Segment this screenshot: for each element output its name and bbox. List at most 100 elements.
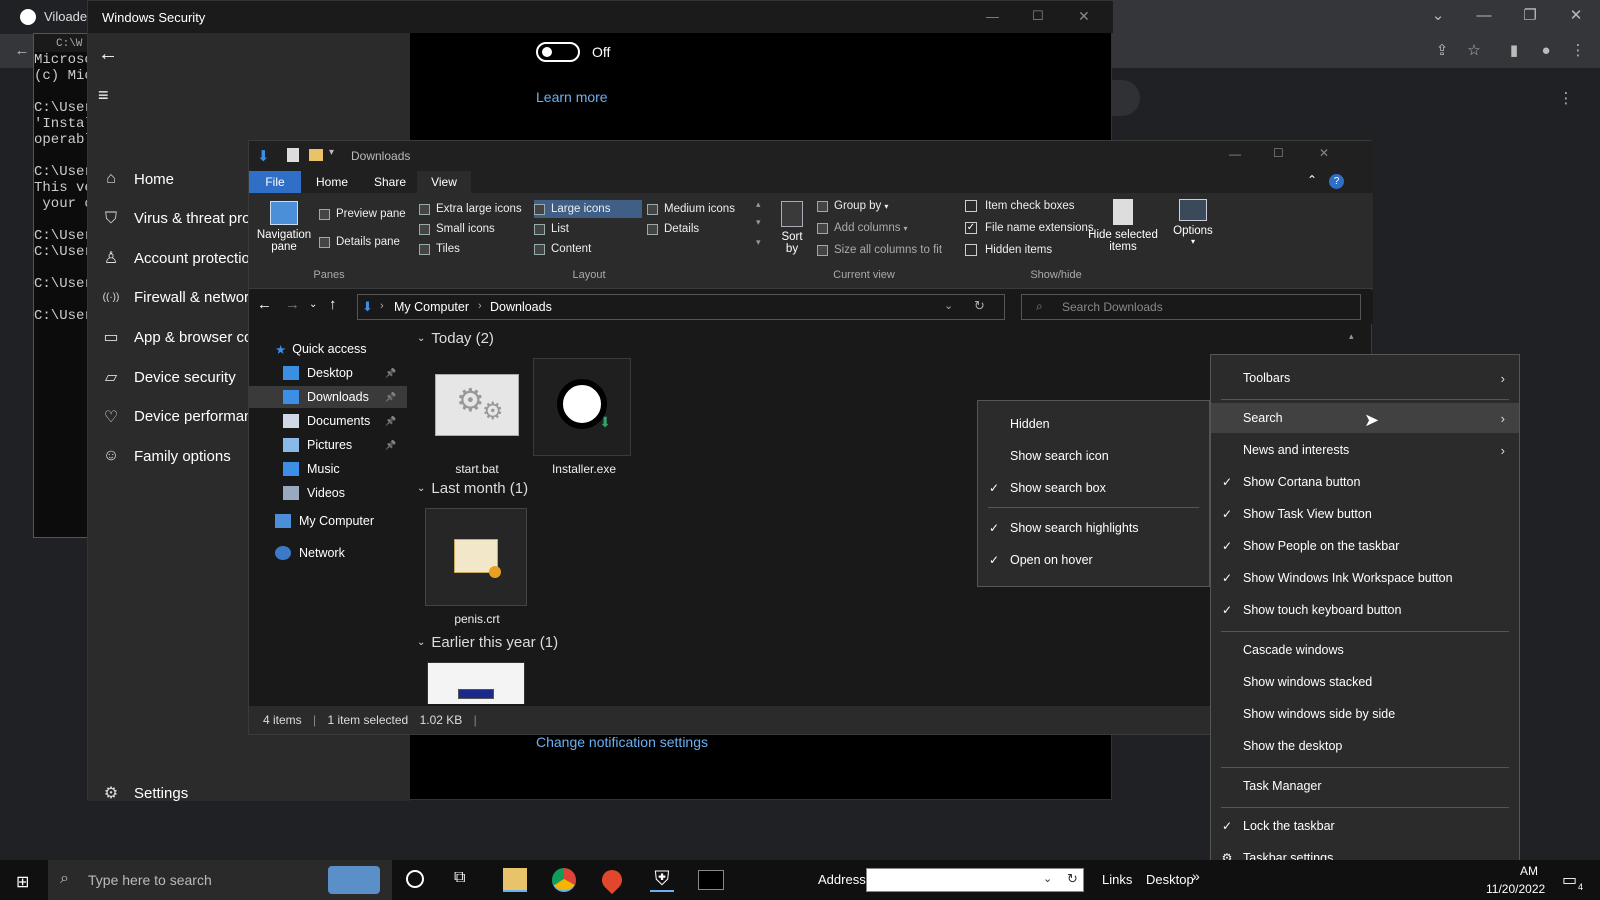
details-pane-button[interactable]: Details pane (319, 236, 400, 248)
links-toolbar[interactable]: Links (1102, 872, 1132, 887)
back-arrow-icon[interactable]: ← (98, 43, 118, 66)
pin-icon[interactable]: 📌 (385, 416, 396, 427)
pin-icon[interactable]: 📌 (385, 392, 396, 403)
recent-locations-icon[interactable]: ⌄ (309, 299, 317, 310)
search-menu-item-show-search-highlights[interactable]: ✓ Show search highlights (978, 513, 1209, 543)
taskbar-menu-item-show-cortana-button[interactable]: ✓ Show Cortana button (1211, 467, 1519, 497)
sort-by-button[interactable]: Sort by (777, 201, 807, 255)
layout-option-list[interactable]: List (534, 220, 575, 238)
star-icon[interactable]: ☆ (1464, 41, 1484, 61)
layout-scroll-up-icon[interactable]: ▴ (756, 199, 761, 210)
layout-more-icon[interactable]: ▾ (756, 237, 761, 248)
nav-downloads[interactable]: Downloads 📌 (249, 386, 407, 408)
tab-home[interactable]: Home (301, 171, 363, 193)
taskbar-menu-item-show-the-desktop[interactable]: Show the desktop (1211, 731, 1519, 761)
options-button[interactable]: Options ▾ (1169, 199, 1217, 246)
maximize-icon[interactable]: ☐ (1273, 146, 1284, 160)
layout-option-extra-large-icons[interactable]: Extra large icons (419, 200, 528, 218)
size-all-columns-button[interactable]: Size all columns to fit (817, 244, 942, 256)
address-toolbar-input[interactable]: ⌄ ↻ (866, 868, 1084, 892)
minimize-icon[interactable]: — (1474, 6, 1494, 26)
tab-file[interactable]: File (249, 171, 301, 193)
layout-option-medium-icons[interactable]: Medium icons (647, 200, 741, 218)
nav-videos[interactable]: Videos (249, 482, 407, 504)
ws-toggle-switch[interactable] (536, 42, 580, 62)
ws-nav-settings[interactable]: ⚙ Settings (88, 775, 410, 811)
collapse-ribbon-icon[interactable]: ⌃ (1307, 173, 1317, 187)
change-notification-settings-link[interactable]: Change notification settings (536, 734, 708, 750)
pin-icon[interactable]: 📌 (385, 368, 396, 379)
layout-option-large-icons[interactable]: Large icons (534, 200, 642, 218)
notification-center-icon[interactable]: ▭ (1562, 870, 1577, 890)
item-check-boxes-toggle[interactable]: Item check boxes (965, 200, 1074, 212)
search-downloads-input[interactable]: ⌕ Search Downloads (1021, 294, 1361, 320)
nav-network[interactable]: Network (249, 542, 407, 564)
breadcrumb-my-computer[interactable]: My Computer (394, 300, 469, 314)
file-installer-exe[interactable]: ⬇ Installer.exe (533, 358, 635, 476)
new-folder-icon[interactable] (309, 149, 323, 161)
file-earlier-item[interactable] (427, 662, 527, 704)
file-start-bat[interactable]: ⚙ ⚙ start.bat (427, 358, 527, 476)
hide-selected-items-button[interactable]: Hide selected items (1087, 199, 1159, 253)
quick-access-toolbar-dropdown-icon[interactable]: ▾ (329, 147, 334, 158)
minimize-icon[interactable]: — (1229, 147, 1241, 161)
properties-icon[interactable] (287, 148, 299, 162)
taskbar-menu-item-task-manager[interactable]: Task Manager (1211, 771, 1519, 801)
terminal-taskbar-icon[interactable] (698, 870, 724, 890)
taskbar-search-box[interactable]: ⌕ Type here to search (48, 860, 392, 900)
nav-music[interactable]: Music (249, 458, 407, 480)
close-icon[interactable]: ✕ (1319, 146, 1329, 160)
help-icon[interactable]: ? (1329, 174, 1344, 189)
taskbar-menu-item-lock-the-taskbar[interactable]: ✓ Lock the taskbar (1211, 811, 1519, 841)
clock-date[interactable]: 11/20/2022 (1486, 882, 1545, 896)
group-header-earlier-this-year[interactable]: ⌄ Earlier this year (1) (417, 634, 1347, 651)
hamburger-menu-icon[interactable]: ≡ (98, 85, 109, 106)
address-dropdown-icon[interactable]: ⌄ (944, 299, 953, 312)
taskbar-menu-item-show-windows-side-by-side[interactable]: Show windows side by side (1211, 699, 1519, 729)
close-icon[interactable]: ✕ (1566, 6, 1586, 26)
group-header-today[interactable]: ⌄ Today (2) (417, 330, 1347, 347)
maps-app-taskbar-icon[interactable] (597, 865, 627, 895)
tab-share[interactable]: Share (363, 171, 417, 193)
hidden-items-toggle[interactable]: Hidden items (965, 244, 1052, 256)
maximize-icon[interactable]: ☐ (1032, 8, 1044, 24)
group-by-button[interactable]: Group by ▾ (817, 200, 888, 212)
add-columns-button[interactable]: Add columns ▾ (817, 222, 908, 234)
search-menu-item-open-on-hover[interactable]: ✓ Open on hover (978, 545, 1209, 575)
back-icon[interactable]: ← (12, 41, 32, 61)
breadcrumb-downloads[interactable]: Downloads (490, 300, 552, 314)
side-panel-icon[interactable]: ▮ (1504, 41, 1524, 61)
layout-option-small-icons[interactable]: Small icons (419, 220, 501, 238)
profile-icon[interactable]: ● (1536, 41, 1556, 61)
menu-kebab-icon[interactable]: ⋮ (1568, 41, 1588, 61)
toolbar-overflow-chevron[interactable]: » (1192, 868, 1200, 884)
desktop-toolbar[interactable]: Desktop (1146, 872, 1194, 887)
search-menu-item-hidden[interactable]: Hidden (978, 409, 1209, 439)
preview-pane-button[interactable]: Preview pane (319, 208, 406, 220)
pin-icon[interactable]: 📌 (385, 440, 396, 451)
refresh-icon[interactable]: ↻ (1067, 871, 1078, 887)
chrome-taskbar-icon[interactable] (552, 868, 576, 892)
nav-pictures[interactable]: Pictures 📌 (249, 434, 407, 456)
chevron-down-icon[interactable]: ⌄ (1428, 6, 1448, 26)
search-menu-item-show-search-box[interactable]: ✓ Show search box (978, 473, 1209, 503)
forward-icon[interactable]: → (285, 296, 300, 313)
task-view-icon[interactable]: ⧉ (454, 869, 465, 887)
refresh-icon[interactable]: ↻ (974, 298, 985, 314)
nav-desktop[interactable]: Desktop 📌 (249, 362, 407, 384)
taskbar-menu-item-show-windows-stacked[interactable]: Show windows stacked (1211, 667, 1519, 697)
nav-my-computer[interactable]: My Computer (249, 510, 407, 532)
navigation-pane-button[interactable]: Navigation pane (255, 201, 313, 253)
file-penis-crt[interactable]: penis.crt (425, 508, 529, 626)
file-explorer-taskbar-icon[interactable] (503, 868, 527, 892)
nav-documents[interactable]: Documents 📌 (249, 410, 407, 432)
learn-more-link[interactable]: Learn more (536, 89, 608, 105)
taskbar-menu-item-show-task-view-button[interactable]: ✓ Show Task View button (1211, 499, 1519, 529)
chrome-tab[interactable]: Viloader (0, 0, 91, 34)
up-icon[interactable]: ↑ (329, 296, 337, 313)
share-icon[interactable]: ⇪ (1432, 41, 1452, 61)
windows-security-taskbar-icon[interactable]: ⛨ (650, 868, 674, 892)
minimize-icon[interactable]: — (986, 9, 999, 24)
menu-kebab-icon[interactable]: ⋮ (1556, 89, 1576, 109)
taskbar-menu-item-news-and-interests[interactable]: News and interests › (1211, 435, 1519, 465)
